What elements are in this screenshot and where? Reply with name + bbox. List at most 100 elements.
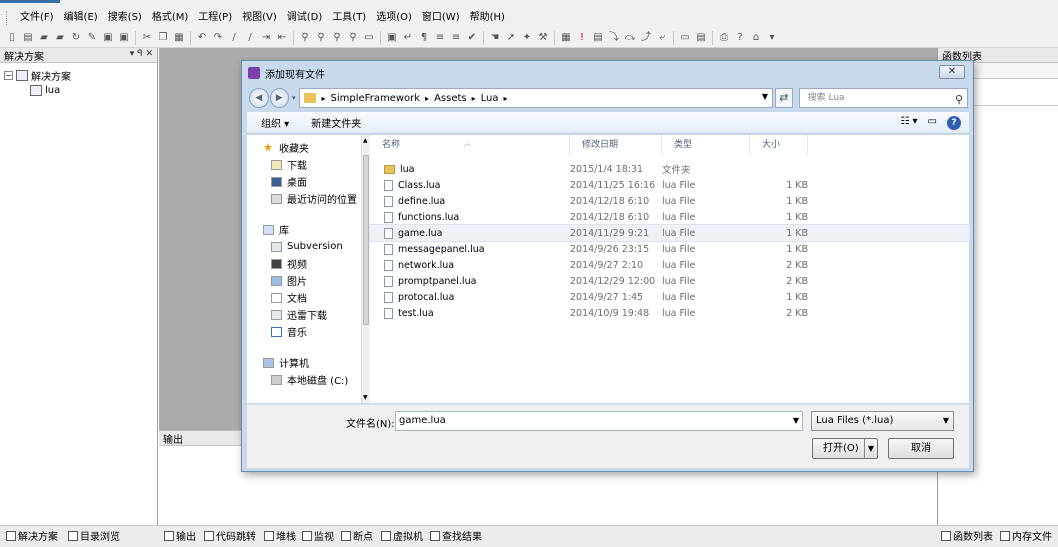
breadcrumb-lua[interactable]: Lua bbox=[481, 93, 499, 104]
format2-icon[interactable]: ≡ bbox=[450, 32, 462, 44]
scroll-thumb[interactable] bbox=[363, 155, 369, 325]
save-icon[interactable]: ▣ bbox=[102, 32, 114, 44]
home-icon[interactable]: ⌂ bbox=[750, 32, 762, 44]
refresh-icon[interactable]: ↻ bbox=[70, 32, 82, 44]
nav-videos[interactable]: 视频 bbox=[247, 255, 368, 272]
menu-debug[interactable]: 调试(D) bbox=[282, 9, 328, 27]
refresh-button[interactable]: ⇄ bbox=[775, 88, 793, 108]
menu-window[interactable]: 窗口(W) bbox=[417, 9, 465, 27]
table-row[interactable]: game.lua 2014/11/29 9:21 lua File 1 KB bbox=[369, 224, 970, 242]
nav-documents[interactable]: 文档 bbox=[247, 289, 368, 306]
nav-favorites[interactable]: ★ 收藏夹 bbox=[247, 139, 368, 156]
table-row[interactable]: promptpanel.lua 2014/12/29 12:00 lua File 2… bbox=[370, 273, 969, 289]
window-icon[interactable]: ▣ bbox=[386, 32, 398, 44]
table-row[interactable]: network.lua 2014/9/27 2:10 lua File 2 KB bbox=[370, 257, 969, 273]
column-date[interactable]: 修改日期 bbox=[570, 135, 662, 155]
more-icon[interactable]: ▾ bbox=[766, 32, 778, 44]
nav-computer[interactable]: 计算机 bbox=[247, 354, 368, 371]
check-icon[interactable]: ✔ bbox=[466, 32, 478, 44]
undo-icon[interactable]: ↶ bbox=[196, 32, 208, 44]
table-row[interactable]: protocal.lua 2014/9/27 1:45 lua File 1 KB bbox=[370, 289, 969, 305]
table-row[interactable]: functions.lua 2014/12/18 6:10 lua File 1 KB bbox=[370, 209, 969, 225]
scroll-down-icon[interactable]: ▼ bbox=[363, 394, 368, 401]
column-name[interactable]: 名称 ︿ bbox=[370, 135, 570, 155]
column-size[interactable]: 大小 bbox=[750, 135, 808, 155]
paste-icon[interactable]: ▦ bbox=[173, 32, 185, 44]
address-bar[interactable]: ▸ SimpleFramework ▸ Assets ▸ Lua ▸ ▼ bbox=[298, 88, 774, 108]
replace-icon[interactable]: ⚲ bbox=[347, 32, 359, 44]
tools-icon[interactable]: ✎ bbox=[86, 32, 98, 44]
tab-vm[interactable]: 虚拟机 bbox=[381, 528, 423, 543]
scroll-up-icon[interactable]: ▲ bbox=[363, 137, 368, 144]
step-out-icon[interactable]: ⤴ bbox=[640, 32, 652, 44]
breadcrumb-simpleframework[interactable]: SimpleFramework bbox=[331, 93, 421, 104]
chevron-right-icon[interactable]: ▸ bbox=[472, 94, 476, 103]
nav-pictures[interactable]: 图片 bbox=[247, 272, 368, 289]
copy-icon[interactable]: ❐ bbox=[157, 32, 169, 44]
tree-item-solution[interactable]: − 解决方案 bbox=[4, 68, 153, 83]
nav-xunlei[interactable]: 迅雷下载 bbox=[247, 306, 368, 323]
cancel-button[interactable]: 取消 bbox=[888, 438, 954, 459]
menu-tools[interactable]: 工具(T) bbox=[327, 9, 371, 27]
chevron-right-icon[interactable]: ▸ bbox=[322, 94, 326, 103]
menu-search[interactable]: 搜索(S) bbox=[103, 9, 147, 27]
breadcrumb-assets[interactable]: Assets bbox=[434, 93, 467, 104]
magic-icon[interactable]: ✦ bbox=[521, 32, 533, 44]
search-icon[interactable]: ⚲ bbox=[955, 91, 963, 109]
exclaim-icon[interactable]: ! bbox=[576, 32, 588, 44]
new-file-icon[interactable]: ▯ bbox=[6, 32, 18, 44]
history-dropdown-icon[interactable]: ▾ bbox=[292, 94, 296, 102]
open-button[interactable]: 打开(O) ▼ bbox=[812, 438, 878, 459]
step-back-icon[interactable]: ⤶ bbox=[656, 32, 668, 44]
menu-help[interactable]: 帮助(H) bbox=[465, 9, 510, 27]
chevron-down-icon[interactable]: ▼ bbox=[793, 412, 799, 430]
menu-file[interactable]: 文件(F) bbox=[15, 9, 59, 27]
tab-find-results[interactable]: 查找结果 bbox=[430, 528, 482, 543]
function-list-box[interactable] bbox=[968, 78, 1058, 106]
table-row[interactable]: test.lua 2014/10/9 19:48 lua File 2 KB bbox=[370, 305, 969, 321]
find-icon[interactable]: ⚲ bbox=[299, 32, 311, 44]
find-files-icon[interactable]: ⚲ bbox=[331, 32, 343, 44]
chevron-down-icon[interactable]: ▼ bbox=[943, 412, 949, 430]
new-folder-button[interactable]: 新建文件夹 bbox=[311, 115, 361, 130]
nav-local-disk[interactable]: 本地磁盘 (C:) bbox=[247, 371, 368, 388]
menu-edit[interactable]: 编辑(E) bbox=[59, 9, 103, 27]
nav-music[interactable]: 音乐 bbox=[247, 323, 368, 340]
table-row[interactable]: messagepanel.lua 2014/9/26 23:15 lua File 1… bbox=[370, 241, 969, 257]
build-icon[interactable]: ⚒ bbox=[537, 32, 549, 44]
nav-library[interactable]: 库 bbox=[247, 221, 368, 238]
step-over-icon[interactable]: ⤼ bbox=[624, 32, 636, 44]
organize-button[interactable]: 组织 ▾ bbox=[261, 115, 289, 130]
hand-icon[interactable]: ☚ bbox=[489, 32, 501, 44]
nav-desktop[interactable]: 桌面 bbox=[247, 173, 368, 190]
indent-icon[interactable]: ⇥ bbox=[260, 32, 272, 44]
view-options-icon[interactable]: ☷ ▾ bbox=[900, 116, 917, 130]
open-project-icon[interactable]: ▰ bbox=[54, 32, 66, 44]
search-input[interactable]: 搜索 Lua ⚲ bbox=[798, 88, 969, 109]
chevron-down-icon[interactable]: ▼ bbox=[762, 92, 768, 101]
menu-format[interactable]: 格式(M) bbox=[147, 9, 193, 27]
collapse-icon[interactable]: − bbox=[4, 71, 13, 80]
column-type[interactable]: 类型 bbox=[662, 135, 750, 155]
arrow-icon[interactable]: ➚ bbox=[505, 32, 517, 44]
find-next-icon[interactable]: ⚲ bbox=[315, 32, 327, 44]
preview-pane-icon[interactable]: ▭ bbox=[928, 116, 937, 130]
nav-subversion[interactable]: Subversion bbox=[247, 238, 368, 255]
step-into-icon[interactable]: ⤵ bbox=[608, 32, 620, 44]
tab-directory[interactable]: 目录浏览 bbox=[68, 528, 120, 543]
save-all-icon[interactable]: ▣ bbox=[118, 32, 130, 44]
menu-options[interactable]: 选项(O) bbox=[371, 9, 417, 27]
tab-breakpoints[interactable]: 断点 bbox=[341, 528, 373, 543]
cut-icon[interactable]: ✂ bbox=[141, 32, 153, 44]
nav-downloads[interactable]: 下载 bbox=[247, 156, 368, 173]
nav-scrollbar[interactable]: ▲ ▼ bbox=[361, 135, 370, 403]
doc-icon[interactable]: ▤ bbox=[592, 32, 604, 44]
redo-icon[interactable]: ↷ bbox=[212, 32, 224, 44]
chevron-right-icon[interactable]: ▸ bbox=[504, 94, 508, 103]
format-icon[interactable]: ≡ bbox=[434, 32, 446, 44]
tab-memory-file[interactable]: 内存文件 bbox=[1000, 528, 1052, 543]
outdent-icon[interactable]: ⇤ bbox=[276, 32, 288, 44]
pilcrow-icon[interactable]: ¶ bbox=[418, 32, 430, 44]
screen-icon[interactable]: ▭ bbox=[679, 32, 691, 44]
tree-item-lua[interactable]: lua bbox=[4, 83, 153, 98]
